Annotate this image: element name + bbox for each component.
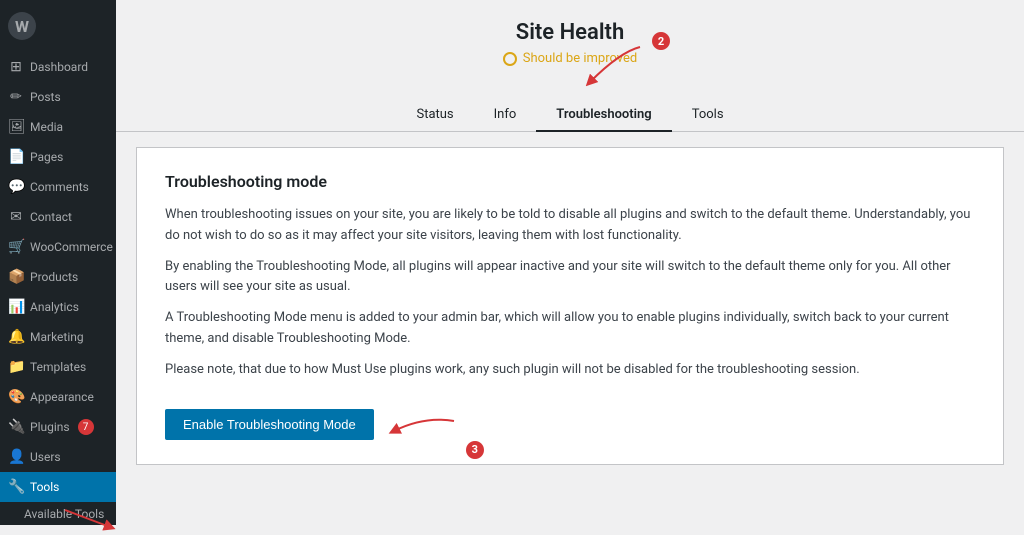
marketing-label: Marketing: [30, 330, 84, 344]
page-wrapper: Site Health Should be improved 2 Status …: [116, 0, 1024, 525]
woocommerce-label: WooCommerce: [30, 240, 113, 254]
tools-label: Tools: [30, 480, 59, 494]
tab-troubleshooting[interactable]: Troubleshooting: [536, 99, 671, 132]
woocommerce-icon: 🛒: [8, 239, 24, 255]
tab-tools[interactable]: Tools: [672, 99, 744, 132]
content-area: Site Health Should be improved 2 Status …: [116, 0, 1024, 525]
pages-icon: 📄: [8, 149, 24, 165]
users-icon: 👤: [8, 449, 24, 465]
products-label: Products: [30, 270, 78, 284]
wp-icon: W: [8, 12, 36, 40]
sidebar-item-media[interactable]: 🖼 Media: [0, 112, 116, 142]
annotation-2: 2: [652, 32, 670, 50]
troubleshooting-content: Troubleshooting mode When troubleshootin…: [136, 147, 1004, 465]
sidebar-item-contact[interactable]: ✉ Contact: [0, 202, 116, 232]
page-title: Site Health: [116, 20, 1024, 45]
sidebar-item-appearance[interactable]: 🎨 Appearance: [0, 382, 116, 412]
sidebar-item-pages[interactable]: 📄 Pages: [0, 142, 116, 172]
sidebar-item-posts[interactable]: ✏ Posts: [0, 82, 116, 112]
health-status-text: Should be improved: [523, 51, 638, 66]
analytics-icon: 📊: [8, 299, 24, 315]
sidebar-item-users[interactable]: 👤 Users: [0, 442, 116, 472]
sidebar-item-products[interactable]: 📦 Products: [0, 262, 116, 292]
sidebar: W ⊞ Dashboard ✏ Posts 🖼 Media 📄 Pages 💬 …: [0, 0, 116, 525]
tools-icon: 🔧: [8, 479, 24, 495]
sidebar-item-woocommerce[interactable]: 🛒 WooCommerce: [0, 232, 116, 262]
appearance-icon: 🎨: [8, 389, 24, 405]
annotation-3: 3: [466, 441, 484, 459]
sub-available-tools[interactable]: Available Tools: [0, 502, 116, 525]
appearance-label: Appearance: [30, 390, 94, 404]
posts-label: Posts: [30, 90, 61, 104]
annotation-2-arrow: [580, 42, 660, 92]
sidebar-item-plugins[interactable]: 🔌 Plugins 7: [0, 412, 116, 442]
site-health-header: Site Health Should be improved 2: [116, 0, 1024, 99]
tab-navigation: Status Info Troubleshooting Tools: [116, 99, 1024, 132]
health-status-circle: [503, 52, 517, 66]
enable-troubleshooting-button[interactable]: Enable Troubleshooting Mode: [165, 409, 374, 440]
paragraph-4: Please note, that due to how Must Use pl…: [165, 360, 975, 381]
posts-icon: ✏: [8, 89, 24, 105]
paragraph-3: A Troubleshooting Mode menu is added to …: [165, 308, 975, 350]
health-status: Should be improved: [116, 51, 1024, 66]
marketing-icon: 🔔: [8, 329, 24, 345]
plugins-badge: 7: [78, 419, 94, 435]
annotation-3-arrow: [384, 411, 464, 471]
templates-icon: 📁: [8, 359, 24, 375]
sidebar-item-comments[interactable]: 💬 Comments: [0, 172, 116, 202]
tab-info[interactable]: Info: [474, 99, 537, 132]
comments-icon: 💬: [8, 179, 24, 195]
sidebar-item-marketing[interactable]: 🔔 Marketing: [0, 322, 116, 352]
sidebar-item-tools[interactable]: 🔧 Tools: [0, 472, 116, 502]
section-title: Troubleshooting mode: [165, 172, 975, 191]
dashboard-label: Dashboard: [30, 60, 88, 74]
plugins-label: Plugins: [30, 420, 70, 434]
media-label: Media: [30, 120, 63, 134]
templates-label: Templates: [30, 360, 86, 374]
sidebar-item-templates[interactable]: 📁 Templates: [0, 352, 116, 382]
sidebar-item-dashboard[interactable]: ⊞ Dashboard: [0, 52, 116, 82]
contact-label: Contact: [30, 210, 72, 224]
contact-icon: ✉: [8, 209, 24, 225]
pages-label: Pages: [30, 150, 63, 164]
media-icon: 🖼: [8, 119, 24, 135]
users-label: Users: [30, 450, 61, 464]
products-icon: 📦: [8, 269, 24, 285]
sidebar-logo[interactable]: W: [0, 0, 116, 52]
sidebar-item-analytics[interactable]: 📊 Analytics: [0, 292, 116, 322]
comments-label: Comments: [30, 180, 89, 194]
plugins-icon: 🔌: [8, 419, 24, 435]
paragraph-2: By enabling the Troubleshooting Mode, al…: [165, 257, 975, 299]
tab-status[interactable]: Status: [396, 99, 473, 132]
paragraph-1: When troubleshooting issues on your site…: [165, 205, 975, 247]
dashboard-icon: ⊞: [8, 59, 24, 75]
analytics-label: Analytics: [30, 300, 79, 314]
